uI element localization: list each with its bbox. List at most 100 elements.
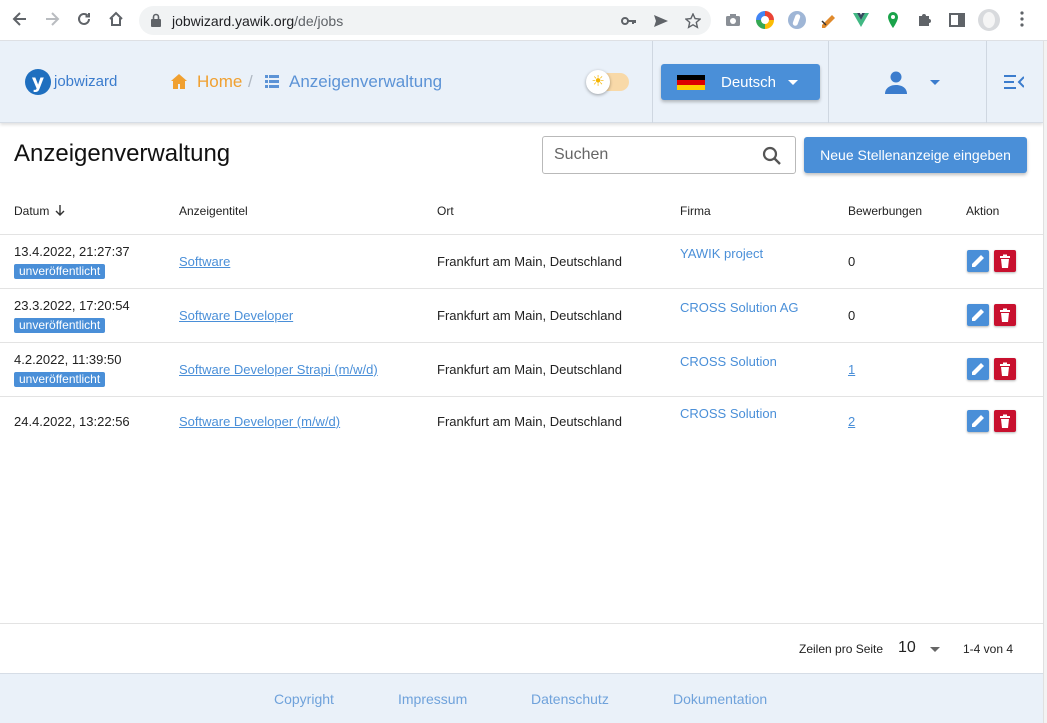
column-header-title: Anzeigentitel bbox=[179, 204, 248, 218]
google-extension-icon[interactable] bbox=[756, 11, 774, 29]
column-header-date[interactable]: Datum bbox=[14, 204, 49, 218]
side-panel-icon[interactable] bbox=[948, 11, 966, 29]
delete-button[interactable] bbox=[994, 358, 1016, 380]
search-input[interactable] bbox=[554, 146, 754, 164]
table-divider bbox=[0, 234, 1043, 235]
job-title-link[interactable]: Software Developer (m/w/d) bbox=[179, 414, 340, 429]
breadcrumb-current[interactable]: Anzeigenverwaltung bbox=[289, 72, 442, 92]
row-company[interactable]: CROSS Solution bbox=[680, 406, 777, 421]
header-divider bbox=[652, 41, 653, 123]
pencil-icon bbox=[972, 255, 984, 267]
table-divider bbox=[0, 342, 1043, 343]
status-badge: unveröffentlicht bbox=[14, 318, 106, 333]
scrollbar[interactable] bbox=[1043, 41, 1047, 723]
star-icon[interactable] bbox=[684, 12, 702, 29]
browser-toolbar: jobwizard.yawik.org/de/jobs bbox=[0, 0, 1047, 41]
theme-toggle[interactable]: ☀ bbox=[586, 70, 629, 94]
app-header: y jobwizard Home / Anzeigenverwaltung ☀ … bbox=[0, 41, 1043, 123]
breadcrumb-separator: / bbox=[248, 72, 253, 91]
page-title: Anzeigenverwaltung bbox=[14, 140, 231, 167]
new-job-button[interactable]: Neue Stellenanzeige eingeben bbox=[804, 137, 1027, 173]
rows-per-page-label: Zeilen pro Seite bbox=[799, 642, 884, 656]
sort-descending-icon[interactable] bbox=[55, 205, 65, 217]
user-account-icon[interactable] bbox=[884, 70, 908, 94]
user-menu-caret-icon[interactable] bbox=[930, 80, 940, 85]
table-divider bbox=[0, 396, 1043, 397]
vue-extension-icon[interactable] bbox=[852, 11, 870, 29]
address-bar[interactable]: jobwizard.yawik.org/de/jobs bbox=[139, 6, 711, 35]
row-location: Frankfurt am Main, Deutschland bbox=[437, 254, 622, 269]
collapse-menu-icon[interactable] bbox=[1004, 74, 1024, 90]
map-pin-extension-icon[interactable] bbox=[884, 11, 902, 29]
puzzle-extensions-icon[interactable] bbox=[916, 11, 934, 29]
trash-icon bbox=[1000, 362, 1010, 376]
row-company[interactable]: YAWIK project bbox=[680, 246, 763, 261]
row-applications-link[interactable]: 1 bbox=[848, 362, 855, 377]
footer: Copyright Impressum Datenschutz Dokument… bbox=[0, 673, 1043, 723]
footer-link-datenschutz[interactable]: Datenschutz bbox=[531, 691, 609, 707]
pencil-icon bbox=[972, 363, 984, 375]
row-location: Frankfurt am Main, Deutschland bbox=[437, 308, 622, 323]
edit-button[interactable] bbox=[967, 304, 989, 326]
row-location: Frankfurt am Main, Deutschland bbox=[437, 362, 622, 377]
job-title-link[interactable]: Software Developer Strapi (m/w/d) bbox=[179, 362, 378, 377]
back-arrow-icon[interactable] bbox=[10, 10, 30, 30]
trash-icon bbox=[1000, 254, 1010, 268]
trash-icon bbox=[1000, 308, 1010, 322]
circle-extension-icon[interactable] bbox=[788, 11, 806, 29]
row-location: Frankfurt am Main, Deutschland bbox=[437, 414, 622, 429]
row-applications: 0 bbox=[848, 254, 856, 269]
pencil-icon bbox=[972, 415, 984, 427]
delete-button[interactable] bbox=[994, 250, 1016, 272]
pen-extension-icon[interactable] bbox=[820, 11, 838, 29]
key-icon[interactable] bbox=[621, 13, 637, 29]
rows-per-page-select[interactable]: 10 bbox=[898, 639, 916, 657]
job-title-link[interactable]: Software bbox=[179, 254, 230, 269]
send-icon[interactable] bbox=[653, 13, 669, 29]
status-badge: unveröffentlicht bbox=[14, 264, 106, 279]
footer-link-dokumentation[interactable]: Dokumentation bbox=[673, 691, 767, 707]
pencil-icon bbox=[972, 309, 984, 321]
trash-icon bbox=[1000, 414, 1010, 428]
jobwizard-logo-icon[interactable]: y bbox=[25, 69, 51, 95]
logo-text[interactable]: jobwizard bbox=[54, 73, 117, 90]
job-title-link[interactable]: Software Developer bbox=[179, 308, 293, 323]
chevron-down-icon bbox=[788, 80, 798, 85]
forward-arrow-icon[interactable] bbox=[42, 10, 62, 30]
footer-link-impressum[interactable]: Impressum bbox=[398, 691, 467, 707]
pagination-range: 1-4 von 4 bbox=[963, 642, 1014, 656]
row-date: 4.2.2022, 11:39:50 bbox=[14, 352, 122, 367]
row-date: 23.3.2022, 17:20:54 bbox=[14, 298, 130, 313]
delete-button[interactable] bbox=[994, 410, 1016, 432]
url-text: jobwizard.yawik.org/de/jobs bbox=[172, 13, 343, 29]
list-icon bbox=[265, 75, 279, 88]
search-icon[interactable] bbox=[762, 146, 782, 166]
reload-icon[interactable] bbox=[74, 10, 94, 30]
status-badge: unveröffentlicht bbox=[14, 372, 106, 387]
edit-button[interactable] bbox=[967, 250, 989, 272]
home-icon[interactable] bbox=[106, 10, 126, 30]
search-field[interactable] bbox=[542, 136, 796, 174]
row-applications: 0 bbox=[848, 308, 856, 323]
column-header-applications: Bewerbungen bbox=[848, 204, 923, 218]
lock-icon bbox=[151, 13, 161, 27]
profile-avatar-icon[interactable] bbox=[978, 9, 1000, 31]
breadcrumb-home[interactable]: Home bbox=[197, 72, 242, 92]
camera-extension-icon[interactable] bbox=[724, 11, 742, 29]
language-select-button[interactable]: Deutsch bbox=[661, 64, 820, 100]
pagination-divider bbox=[0, 623, 1043, 624]
footer-link-copyright[interactable]: Copyright bbox=[274, 691, 334, 707]
home-icon[interactable] bbox=[170, 73, 188, 90]
edit-button[interactable] bbox=[967, 358, 989, 380]
chevron-down-icon[interactable] bbox=[930, 647, 940, 652]
delete-button[interactable] bbox=[994, 304, 1016, 326]
row-applications-link[interactable]: 2 bbox=[848, 414, 855, 429]
browser-menu-icon[interactable] bbox=[1012, 10, 1032, 30]
url-path: /de/jobs bbox=[294, 13, 344, 29]
row-date: 13.4.2022, 21:27:37 bbox=[14, 244, 130, 259]
column-header-action: Aktion bbox=[966, 204, 1000, 218]
edit-button[interactable] bbox=[967, 410, 989, 432]
row-company[interactable]: CROSS Solution bbox=[680, 354, 777, 369]
row-company[interactable]: CROSS Solution AG bbox=[680, 300, 799, 315]
sun-icon: ☀ bbox=[586, 70, 610, 94]
